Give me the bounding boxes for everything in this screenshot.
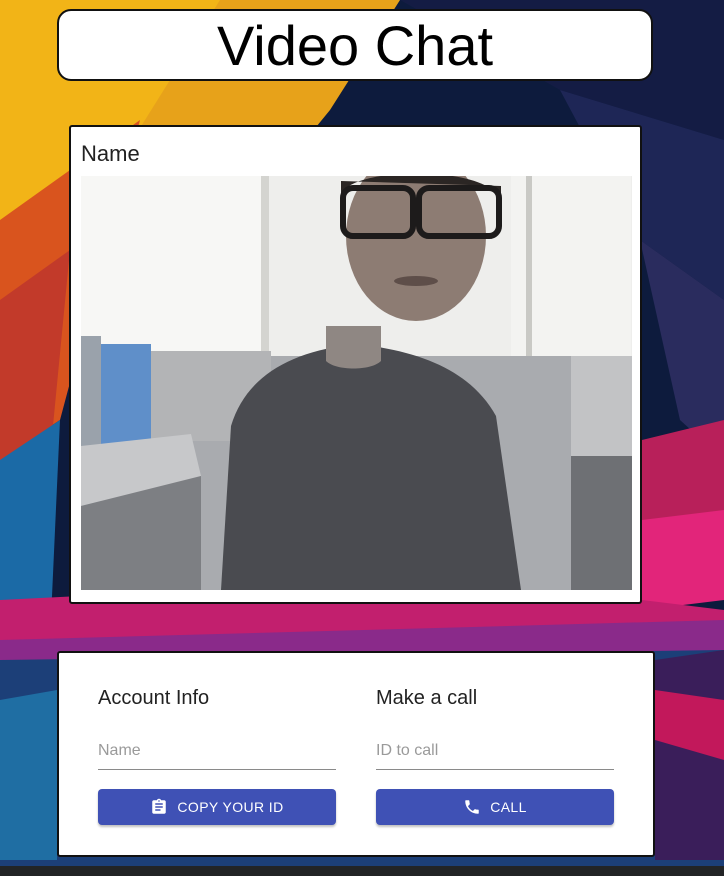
taskbar-strip bbox=[0, 866, 724, 876]
copy-id-button-label: COPY YOUR ID bbox=[177, 799, 284, 815]
copy-id-button[interactable]: COPY YOUR ID bbox=[98, 789, 336, 825]
account-info-heading: Account Info bbox=[98, 687, 210, 709]
call-button[interactable]: CALL bbox=[376, 789, 614, 825]
clipboard-icon bbox=[150, 798, 168, 816]
title-card: Video Chat bbox=[57, 9, 653, 81]
make-call-heading: Make a call bbox=[376, 687, 478, 709]
controls-card: Account Info COPY YOUR ID Make a call CA… bbox=[57, 651, 655, 857]
page-title: Video Chat bbox=[216, 13, 494, 77]
name-input[interactable] bbox=[98, 733, 336, 770]
video-name-label: Name bbox=[81, 141, 140, 166]
phone-icon bbox=[463, 798, 481, 816]
id-to-call-input[interactable] bbox=[376, 733, 614, 770]
local-video-feed bbox=[81, 176, 632, 590]
call-button-label: CALL bbox=[490, 799, 527, 815]
video-card: Name bbox=[69, 125, 642, 604]
